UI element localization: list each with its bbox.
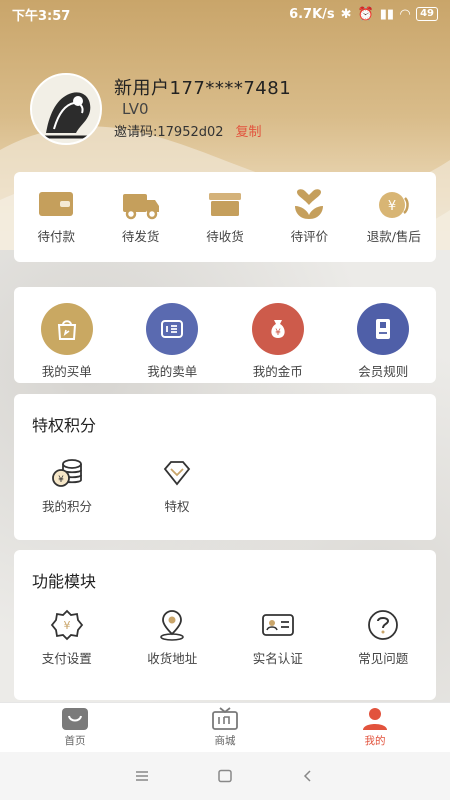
svg-text:¥: ¥: [63, 619, 70, 632]
member-rules[interactable]: 会员规则: [338, 303, 428, 380]
username: 新用户177****7481: [114, 78, 292, 99]
question-icon: [368, 610, 399, 640]
battery-icon: 49: [416, 7, 438, 21]
order-label: 待付款: [37, 229, 75, 244]
wifi-icon: ◠: [400, 6, 411, 22]
diamond-icon: [163, 461, 191, 486]
tab-label: 商城: [214, 735, 236, 747]
my-points[interactable]: ¥ 我的积分: [22, 456, 112, 515]
function-label: 实名认证: [252, 651, 303, 666]
menu-icon: [135, 771, 148, 781]
wallet-icon: [39, 192, 74, 216]
location-icon: [160, 610, 185, 641]
tab-home[interactable]: 首页: [20, 707, 130, 748]
order-label: 待发货: [121, 229, 160, 244]
order-pending-shipment[interactable]: 待发货: [98, 188, 182, 245]
back-button[interactable]: [293, 761, 323, 791]
my-sell-orders[interactable]: 我的卖单: [127, 303, 217, 380]
avatar[interactable]: [30, 73, 102, 145]
bluetooth-icon: ✱: [340, 6, 352, 22]
signal-icon: ▮▮: [379, 6, 395, 22]
package-icon: [209, 193, 242, 216]
service-label: 我的金币: [252, 364, 303, 379]
home-bag-icon: [62, 708, 88, 730]
sell-list-icon: [146, 303, 199, 355]
money-bag-icon: ¥: [251, 303, 304, 355]
bottom-tab-bar: 首页 商城 我的: [0, 702, 450, 752]
shipping-address[interactable]: 收货地址: [127, 608, 217, 667]
refund-icon: ¥: [378, 192, 409, 218]
truck-icon: [122, 194, 159, 220]
mall-tv-icon: [212, 707, 238, 730]
shopping-bag-icon: [40, 303, 93, 355]
tab-mine[interactable]: 我的: [320, 707, 430, 748]
faq[interactable]: 常见问题: [338, 608, 428, 667]
order-label: 待收货: [206, 229, 244, 244]
function-modules-card: 功能模块 ¥ 支付设置 收货地址 实名认证 常见问题: [14, 550, 436, 700]
order-status-card: 待付款 待发货 待收货 待评价 ¥ 退款/售后: [14, 172, 436, 262]
service-label: 我的买单: [41, 364, 92, 379]
user-level: LV0: [122, 100, 149, 118]
back-icon: [304, 770, 311, 782]
user-icon: [363, 708, 387, 730]
service-label: 我的卖单: [147, 364, 198, 379]
function-label: 支付设置: [41, 651, 92, 666]
home-button[interactable]: [210, 761, 240, 791]
payment-settings[interactable]: ¥ 支付设置: [22, 608, 112, 667]
privilege-label: 我的积分: [41, 499, 92, 514]
invite-code-row: 邀请码:17952d02 复制: [114, 121, 262, 140]
service-label: 会员规则: [358, 364, 409, 379]
function-label: 收货地址: [147, 651, 198, 666]
privilege-label: 特权: [164, 499, 190, 514]
svg-text:¥: ¥: [275, 328, 281, 338]
real-name-verification[interactable]: 实名认证: [233, 608, 323, 667]
tab-mall[interactable]: 商城: [170, 707, 280, 748]
invite-code: 邀请码:17952d02: [114, 125, 224, 140]
svg-text:¥: ¥: [58, 475, 64, 485]
order-pending-payment[interactable]: 待付款: [14, 188, 98, 245]
my-buy-orders[interactable]: 我的买单: [22, 303, 112, 380]
alarm-icon: ⏰: [357, 6, 374, 22]
my-gold-coins[interactable]: ¥ 我的金币: [233, 303, 323, 380]
menu-button[interactable]: [127, 761, 157, 791]
services-card: 我的买单 我的卖单 ¥ 我的金币 会员规则: [14, 287, 436, 383]
coins-icon: ¥: [52, 459, 82, 487]
order-label: 退款/售后: [366, 229, 421, 244]
order-label: 待评价: [290, 229, 329, 244]
tab-label: 我的: [364, 735, 386, 747]
tab-label: 首页: [64, 735, 86, 747]
id-card-icon: [261, 614, 294, 636]
rules-book-icon: [357, 303, 410, 355]
heart-flower-icon: [295, 189, 324, 219]
system-navigation-bar: [0, 752, 450, 800]
status-time: 下午3:57: [12, 8, 71, 24]
privilege-points-card: 特权积分 ¥ 我的积分 特权: [14, 394, 436, 540]
payment-gear-icon: ¥: [50, 609, 83, 641]
network-speed: 6.7K/s: [289, 6, 335, 22]
order-pending-review[interactable]: 待评价: [267, 188, 351, 245]
square-home-icon: [218, 769, 232, 783]
status-bar: 下午3:57 6.7K/s ✱ ⏰ ▮▮ ◠ 49: [0, 0, 450, 28]
copy-button[interactable]: 复制: [236, 121, 262, 140]
privilege-item[interactable]: 特权: [132, 456, 222, 515]
order-pending-receipt[interactable]: 待收货: [183, 188, 267, 245]
order-refund[interactable]: ¥ 退款/售后: [352, 188, 436, 245]
section-title: 特权积分: [32, 416, 97, 435]
function-label: 常见问题: [358, 651, 409, 666]
section-title: 功能模块: [32, 572, 97, 591]
svg-text:¥: ¥: [388, 199, 396, 214]
